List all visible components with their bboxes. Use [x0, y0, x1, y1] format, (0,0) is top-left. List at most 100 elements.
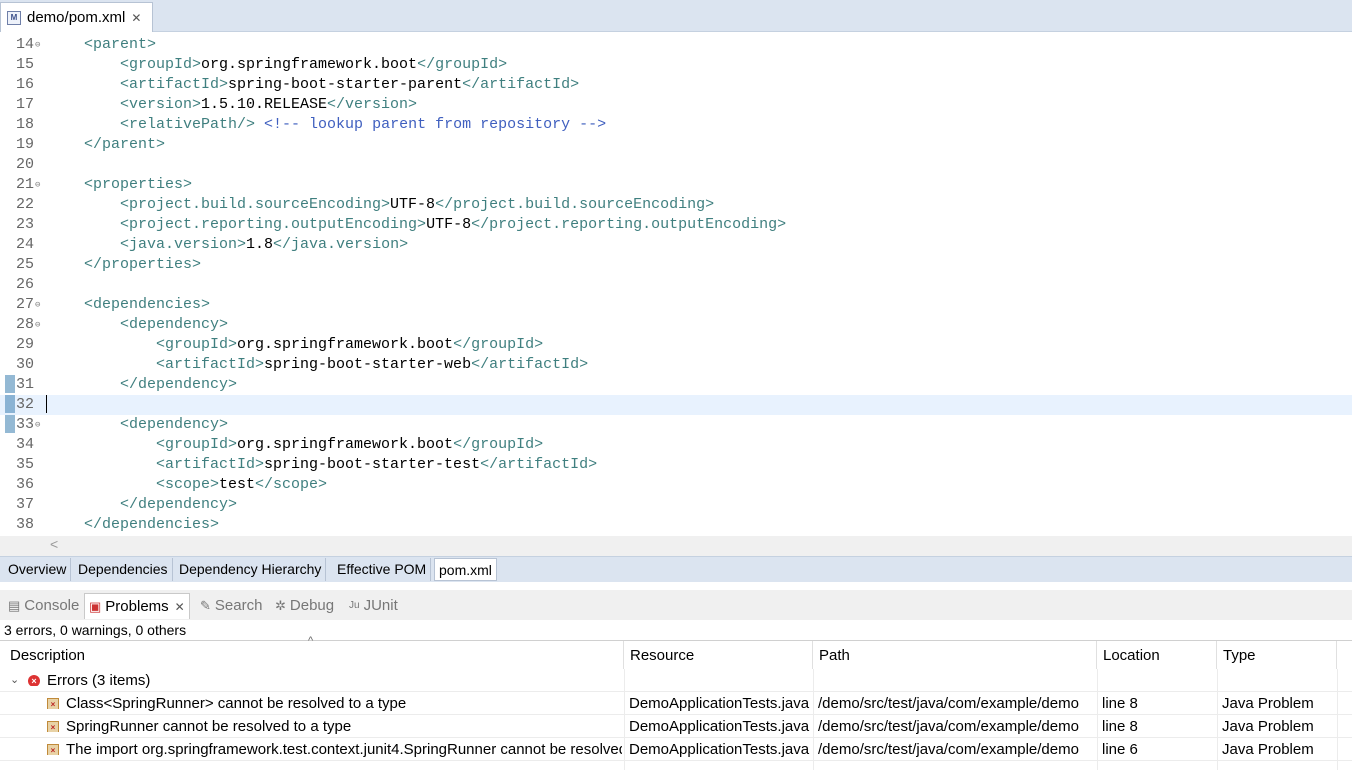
editor-line[interactable]: 26 [0, 275, 1352, 295]
editor-line[interactable]: 30 <artifactId>spring-boot-starter-web</a… [0, 355, 1352, 375]
line-number: 24 [15, 236, 34, 253]
editor-line[interactable]: 36 <scope>test</scope> [0, 475, 1352, 495]
code-text: <relativePath/> <!-- lookup parent from … [120, 115, 606, 135]
tab-search[interactable]: ✎ Search [200, 593, 262, 619]
problem-location: line 8 [1102, 718, 1138, 735]
editor-line[interactable]: 33 ⊖ <dependency> [0, 415, 1352, 435]
problem-path: /demo/src/test/java/com/example/demo [818, 695, 1079, 712]
scroll-left-icon[interactable]: < [50, 536, 58, 552]
problem-description: SpringRunner cannot be resolved to a typ… [66, 718, 352, 735]
close-icon[interactable]: ✕ [175, 594, 185, 620]
column-header-location[interactable]: Location [1097, 641, 1217, 669]
line-number: 21 [15, 176, 34, 193]
collapse-chevron-icon[interactable]: ⌄ [10, 669, 19, 691]
fold-toggle-icon[interactable]: ⊖ [35, 295, 40, 315]
xml-tag: </properties> [84, 256, 202, 273]
code-text: </dependencies> [84, 515, 219, 535]
editor-line[interactable]: 19 </parent> [0, 135, 1352, 155]
xml-tag: <dependency> [120, 316, 229, 333]
xml-text: spring-boot-starter-web [264, 356, 472, 373]
xml-tag: <scope> [156, 476, 220, 493]
editor-line[interactable]: 34 <groupId>org.springframework.boot</gro… [0, 435, 1352, 455]
tab-dependency-hierarchy[interactable]: Dependency Hierarchy [175, 558, 327, 581]
search-icon: ✎ [200, 598, 211, 613]
column-header-path[interactable]: Path [813, 641, 1097, 669]
code-text: <scope>test</scope> [156, 475, 327, 495]
fold-toggle-icon[interactable]: ⊖ [35, 35, 40, 55]
line-number: 26 [15, 276, 34, 293]
code-text: </dependency> [120, 375, 237, 395]
column-header-resource[interactable]: Resource [624, 641, 813, 669]
code-text: <properties> [84, 175, 192, 195]
line-number: 25 [15, 256, 34, 273]
editor-line[interactable]: 37 </dependency> [0, 495, 1352, 515]
editor-line[interactable]: 20 [0, 155, 1352, 175]
code-text: <project.reporting.outputEncoding>UTF-8<… [120, 215, 786, 235]
code-text: <artifactId>spring-boot-starter-test</ar… [156, 455, 597, 475]
xml-editor[interactable]: 14 ⊖ <parent> 15 <groupId>org.springframewor… [0, 32, 1352, 536]
editor-line[interactable]: 28 ⊖ <dependency> [0, 315, 1352, 335]
editor-line[interactable]: 24 <java.version>1.8</java.version> [0, 235, 1352, 255]
editor-tab-pom[interactable]: M demo/pom.xml ✕ [0, 2, 153, 32]
table-row[interactable]: × The import org.springframework.test.co… [0, 738, 1352, 761]
tab-junit[interactable]: Ju JUnit [349, 593, 398, 619]
xml-tag: <project.build.sourceEncoding> [120, 196, 391, 213]
line-number: 28 [15, 316, 34, 333]
table-row[interactable]: × Class<SpringRunner> cannot be resolved… [0, 692, 1352, 715]
editor-line[interactable]: 23 <project.reporting.outputEncoding>UTF-… [0, 215, 1352, 235]
tab-pom-xml[interactable]: pom.xml [434, 558, 497, 581]
fold-toggle-icon[interactable]: ⊖ [35, 315, 40, 335]
tab-debug[interactable]: ✲ Debug [275, 593, 334, 619]
editor-line[interactable]: 25 </properties> [0, 255, 1352, 275]
xml-text: org.springframework.boot [237, 436, 454, 453]
line-number: 18 [15, 116, 34, 133]
xml-tag: </groupId> [453, 336, 544, 353]
table-row[interactable]: × SpringRunner cannot be resolved to a t… [0, 715, 1352, 738]
tab-junit-label: JUnit [363, 597, 398, 614]
line-number: 37 [15, 496, 34, 513]
fold-toggle-icon[interactable]: ⊖ [35, 175, 40, 195]
code-text: <parent> [84, 35, 156, 55]
xml-tag: <groupId> [120, 56, 202, 73]
problem-resource: DemoApplicationTests.java [629, 718, 810, 735]
editor-line[interactable]: 27 ⊖ <dependencies> [0, 295, 1352, 315]
editor-line[interactable]: 15 <groupId>org.springframework.boot</gro… [0, 55, 1352, 75]
java-error-icon: × [47, 743, 59, 755]
xml-tag: </artifactId> [480, 456, 598, 473]
editor-line[interactable]: 17 <version>1.5.10.RELEASE</version> [0, 95, 1352, 115]
tab-effective-pom[interactable]: Effective POM [333, 558, 432, 581]
tab-problems[interactable]: ▣ Problems ✕ [84, 593, 190, 619]
horizontal-scrollbar[interactable]: < [0, 536, 1352, 556]
xml-tag: </dependency> [120, 376, 238, 393]
errors-group-row[interactable]: ⌄ × Errors (3 items) [0, 669, 1352, 692]
editor-line[interactable]: 21 ⊖ <properties> [0, 175, 1352, 195]
xml-tag: <properties> [84, 176, 193, 193]
column-header-description[interactable]: Description [4, 641, 624, 669]
xml-text: 1.8 [246, 236, 274, 253]
close-icon[interactable]: ✕ [131, 11, 141, 25]
editor-line[interactable]: 14 ⊖ <parent> [0, 35, 1352, 55]
fold-toggle-icon[interactable]: ⊖ [35, 415, 40, 435]
editor-line[interactable]: 22 <project.build.sourceEncoding>UTF-8</p… [0, 195, 1352, 215]
tab-console[interactable]: ▤ Console [8, 593, 79, 619]
tab-dependencies[interactable]: Dependencies [74, 558, 173, 581]
editor-line[interactable]: 29 <groupId>org.springframework.boot</gro… [0, 335, 1352, 355]
code-text: <java.version>1.8</java.version> [120, 235, 408, 255]
xml-tag: </dependency> [120, 496, 238, 513]
editor-line[interactable]: 31 </dependency> [0, 375, 1352, 395]
editor-line[interactable]: 18 <relativePath/> <!-- lookup parent fro… [0, 115, 1352, 135]
tab-overview[interactable]: Overview [4, 558, 72, 581]
editor-line[interactable]: 16 <artifactId>spring-boot-starter-parent… [0, 75, 1352, 95]
tab-problems-label: Problems [105, 597, 169, 615]
problem-description: The import org.springframework.test.cont… [66, 741, 622, 758]
editor-line[interactable]: 38 </dependencies> [0, 515, 1352, 535]
line-number: 31 [15, 376, 34, 393]
editor-line[interactable]: 32 [0, 395, 1352, 415]
code-text: <dependency> [120, 415, 228, 435]
xml-tag: <parent> [84, 36, 157, 53]
column-header-type[interactable]: Type [1217, 641, 1337, 669]
xml-tag: <dependencies> [84, 296, 211, 313]
xml-tag: <artifactId> [156, 456, 265, 473]
editor-line[interactable]: 35 <artifactId>spring-boot-starter-test</… [0, 455, 1352, 475]
xml-tag: </artifactId> [471, 356, 589, 373]
